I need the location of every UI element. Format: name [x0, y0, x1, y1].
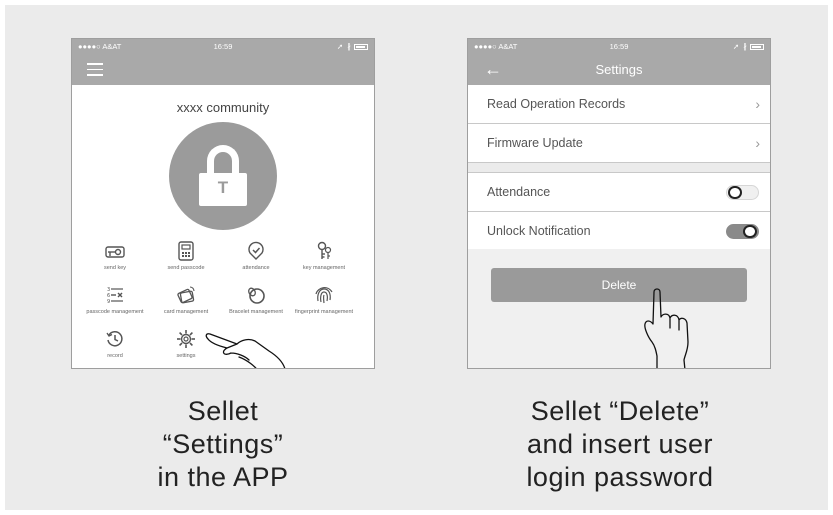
delete-button[interactable]: Delete [491, 268, 747, 302]
battery-icon [750, 44, 764, 51]
grid-label: record [107, 353, 123, 359]
grid-label: Bracelet management [229, 309, 283, 315]
grid-label: fingerprint management [294, 309, 354, 315]
row-label: Unlock Notification [487, 224, 591, 238]
settings-screen: ●●●●○ A&AT 16:59 ➚ ∦ ← Settings Read Ope… [467, 38, 771, 369]
caption-line: Sellet “Delete” [530, 396, 710, 426]
keypad-icon [178, 241, 194, 261]
unlock-button[interactable]: T [169, 122, 277, 230]
cards-icon [177, 286, 195, 304]
history-icon [106, 331, 123, 347]
status-icons: ➚ ∦ [733, 39, 764, 54]
action-area: Delete [468, 249, 770, 368]
grid-label: passcode management [86, 309, 144, 315]
grid-item-send-key[interactable]: send key [77, 241, 153, 271]
grid-item-key-management[interactable]: key management [286, 241, 362, 271]
caption-line: Sellet [187, 396, 259, 426]
page-title: Settings [595, 62, 643, 77]
row-label: Firmware Update [487, 136, 583, 150]
fingerprint-icon [315, 287, 333, 304]
grid-label: card management [163, 309, 209, 315]
location-bluetooth-icons: ➚ ∦ [732, 42, 748, 51]
caption-line: login password [526, 462, 714, 492]
grid-item-attendance[interactable]: attendance [218, 241, 294, 271]
menu-icon[interactable] [87, 63, 103, 76]
clock: 16:59 [609, 42, 629, 51]
step-caption-right: Sellet “Delete” and insert user login pa… [475, 395, 765, 494]
svg-text:9: 9 [107, 299, 110, 305]
pointing-hand-icon [205, 333, 286, 368]
gear-icon [177, 330, 195, 348]
grid-item-card-management[interactable]: card management [148, 285, 224, 315]
keys-icon [317, 241, 332, 259]
grid-item-bracelet-management[interactable]: Bracelet management [218, 285, 294, 315]
community-name: xxxx community [176, 100, 270, 115]
lock-icon: T [199, 173, 247, 206]
grid-label: send passcode [167, 265, 205, 271]
chevron-right-icon: › [755, 96, 760, 112]
unlock-notification-toggle[interactable] [726, 224, 759, 239]
passcode-list-icon: 369 [107, 287, 123, 305]
top-bar: ← Settings [468, 54, 770, 85]
attendance-toggle[interactable] [726, 185, 759, 200]
grid-item-send-passcode[interactable]: send passcode [148, 241, 224, 271]
caption-line: “Settings” [162, 429, 284, 459]
row-label: Read Operation Records [487, 97, 626, 111]
chevron-right-icon: › [755, 135, 760, 151]
location-bluetooth-icons: ➚ ∦ [336, 42, 352, 51]
row-attendance: Attendance [468, 173, 770, 212]
app-home-screen: ●●●●○ A&AT 16:59 ➚ ∦ xxxx community T se… [71, 38, 375, 369]
grid-label: send key [103, 265, 126, 271]
row-read-operation-records[interactable]: Read Operation Records › [468, 85, 770, 124]
grid-item-record[interactable]: record [77, 329, 153, 359]
key-card-icon [105, 246, 125, 258]
status-bar: ●●●●○ A&AT 16:59 ➚ ∦ [72, 39, 374, 54]
grid-label: attendance [242, 265, 270, 271]
grid-item-passcode-management[interactable]: 369 passcode management [77, 285, 153, 315]
step-caption-left: Sellet “Settings” in the APP [105, 395, 341, 494]
bracelet-icon [248, 287, 265, 304]
pointing-hand-icon [644, 288, 689, 368]
section-divider [468, 163, 770, 173]
instruction-panel: ●●●●○ A&AT 16:59 ➚ ∦ xxxx community T se… [5, 5, 828, 510]
battery-icon [354, 44, 368, 51]
grid-label: key management [302, 265, 346, 271]
check-badge-icon [248, 241, 264, 260]
row-label: Attendance [487, 185, 551, 199]
caption-line: and insert user [526, 429, 714, 459]
caption-line: in the APP [157, 462, 289, 492]
status-icons: ➚ ∦ [337, 39, 368, 54]
clock: 16:59 [213, 42, 233, 51]
row-firmware-update[interactable]: Firmware Update › [468, 124, 770, 163]
grid-item-fingerprint-management[interactable]: fingerprint management [286, 285, 362, 315]
top-bar [72, 54, 374, 85]
row-unlock-notification: Unlock Notification [468, 212, 770, 251]
status-bar: ●●●●○ A&AT 16:59 ➚ ∦ [468, 39, 770, 54]
